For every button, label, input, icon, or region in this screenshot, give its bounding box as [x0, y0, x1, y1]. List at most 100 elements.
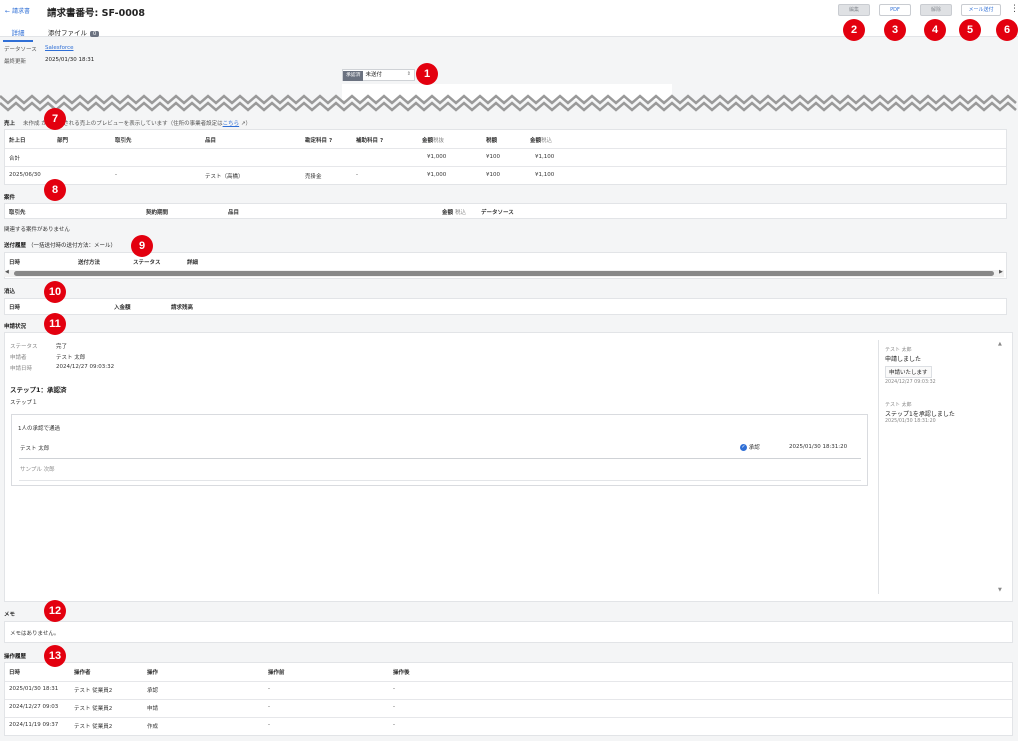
applicant-label: 申請者 [10, 355, 27, 361]
comment-time: 2025/01/30 18:31:20 [885, 419, 936, 424]
deals-col-source: データソース [481, 210, 514, 216]
settings-link[interactable]: こちら [223, 121, 240, 127]
clearing-col-datetime: 日時 [9, 305, 21, 311]
step-title: ステップ1：承認済 [10, 386, 67, 394]
last-updated-label: 最終更新 [4, 59, 27, 65]
applied-date-value: 2024/12/27 09:03:32 [56, 364, 115, 370]
approver-time: 2025/01/30 18:31:20 [789, 444, 848, 450]
deals-empty-message: 関連する案件がありません [4, 227, 70, 233]
approver-status: ✓ 承認 [740, 443, 760, 451]
scroll-down-icon[interactable]: ▼ [998, 587, 1002, 593]
history-col-operator: 操作者 [74, 670, 91, 676]
check-circle-icon: ✓ [740, 444, 747, 451]
sales-col-item: 品目 [205, 138, 217, 144]
sales-row-item: テスト（高橋） [205, 174, 244, 180]
send-status-select[interactable]: 承認済 未送付 ⇕ [342, 69, 415, 81]
data-source-link[interactable]: Salesforce [45, 45, 74, 51]
approver-pending-name: サンプル 次郎 [20, 467, 55, 473]
sales-col-amount-sub: 税抜 [433, 138, 445, 144]
sales-col-subaccount: 補助科目 ? [356, 136, 383, 144]
scroll-up-icon[interactable]: ▲ [998, 341, 1002, 347]
sales-col-subaccount-label: 補助科目 [356, 138, 379, 144]
application-section-title: 申請状況 [4, 324, 27, 330]
sales-row-subaccount: - [356, 172, 358, 178]
applied-date-label: 申請日時 [10, 366, 33, 372]
tab-details[interactable]: 詳細 [3, 24, 33, 42]
callout-badge-1: 1 [416, 63, 438, 85]
back-label: 請求書 [11, 8, 30, 15]
more-menu-icon[interactable]: ⋮ [1010, 4, 1018, 14]
sales-col-date: 計上日 [9, 138, 26, 144]
callout-badge-11: 11 [44, 313, 66, 335]
sales-col-partner: 取引先 [115, 138, 132, 144]
sales-note-b: から作成される売上のプレビューを表示しています（住所の事業者設定は [41, 121, 223, 127]
sales-col-amount-ex: 金額税抜 [422, 136, 444, 144]
sales-table [4, 129, 1007, 185]
sales-col-account: 勘定科目 ? [305, 136, 332, 144]
scroll-right-icon[interactable]: ▶ [999, 269, 1003, 275]
deals-section-title: 案件 [4, 195, 16, 201]
applicant-value: テスト 太郎 [56, 355, 86, 361]
sales-total-in: ¥1,100 [535, 154, 555, 160]
history-col-after: 操作後 [393, 670, 410, 676]
sales-total-ex: ¥1,000 [427, 154, 447, 160]
history-cell: 承認 [147, 688, 159, 694]
callout-badge-2: 2 [843, 19, 865, 41]
tab-bar [0, 24, 1018, 37]
comment-text: 申請しました [885, 356, 922, 363]
send-mail-button[interactable]: メール送付 [961, 4, 1001, 16]
deals-col-partner: 取引先 [9, 210, 26, 216]
comment-time: 2024/12/27 09:03:32 [885, 380, 936, 385]
deals-col-amount: 金額 税込 [442, 208, 466, 216]
history-cell: 2025/01/30 18:31 [9, 686, 59, 692]
comment-user: テスト 太郎 [885, 347, 912, 353]
callout-badge-9: 9 [131, 235, 153, 257]
sales-note-c: ） [245, 121, 251, 127]
history-section-title: 操作履歴 [4, 654, 27, 660]
back-link[interactable]: ← 請求書 [5, 6, 30, 15]
edit-button[interactable]: 編集 [838, 4, 870, 16]
help-icon[interactable]: ? [380, 138, 383, 144]
step-subtitle: ステップ１ [10, 400, 38, 406]
history-col-action: 操作 [147, 670, 159, 676]
invoice-detail-page: ← 請求書 請求書番号: SF-0008 編集 PDF 解除 メール送付 ⋮ 詳… [0, 0, 1018, 741]
sales-total-tax: ¥100 [486, 154, 500, 160]
comment-bubble: 申請いたします [885, 366, 932, 378]
sales-row-account: 売掛金 [305, 174, 322, 180]
status-label: ステータス [10, 344, 38, 350]
history-cell: テスト 従業員2 [74, 688, 113, 694]
approver-status-text: 承認 [748, 445, 760, 451]
clearing-col-balance: 請求残高 [171, 305, 194, 311]
callout-badge-7: 7 [44, 108, 66, 130]
approver-name: テスト 太郎 [20, 446, 50, 452]
history-cell: テスト 従業員2 [74, 724, 113, 730]
unlock-button[interactable]: 解除 [920, 4, 952, 16]
send-status-value: 未送付 [365, 72, 382, 78]
history-cell: - [268, 686, 270, 692]
send-history-subtitle: （一括送付時の送付方法：メール） [27, 243, 116, 249]
pdf-button[interactable]: PDF [879, 4, 911, 16]
callout-badge-5: 5 [959, 19, 981, 41]
sales-col-amount-in-sub: 税込 [541, 138, 553, 144]
cut-divider [0, 94, 1017, 112]
sales-row-date: 2025/06/30 [9, 172, 41, 178]
history-cell: - [268, 722, 270, 728]
send-col-status: ステータス [133, 260, 161, 266]
comment-text: ステップ1を承認しました [885, 411, 955, 418]
history-cell: - [393, 704, 395, 710]
callout-badge-6: 6 [996, 19, 1018, 41]
status-value: 完了 [56, 344, 68, 350]
send-col-datetime: 日時 [9, 260, 21, 266]
comment-user: テスト 太郎 [885, 402, 912, 408]
scrollbar-thumb[interactable] [14, 271, 994, 276]
history-cell: テスト 従業員2 [74, 706, 113, 712]
memo-empty-message: メモはありません。 [10, 631, 60, 637]
sales-col-amount-in: 金額税込 [530, 136, 552, 144]
send-col-detail: 詳細 [187, 260, 199, 266]
scroll-left-icon[interactable]: ◀ [5, 269, 9, 275]
approvers-note: 1人の承認で通過 [18, 426, 60, 432]
help-icon[interactable]: ? [329, 138, 332, 144]
comments-divider [878, 340, 879, 594]
tab-attachments[interactable]: 添付ファイル 0 [48, 24, 100, 40]
history-cell: 2024/12/27 09:03 [9, 704, 59, 710]
